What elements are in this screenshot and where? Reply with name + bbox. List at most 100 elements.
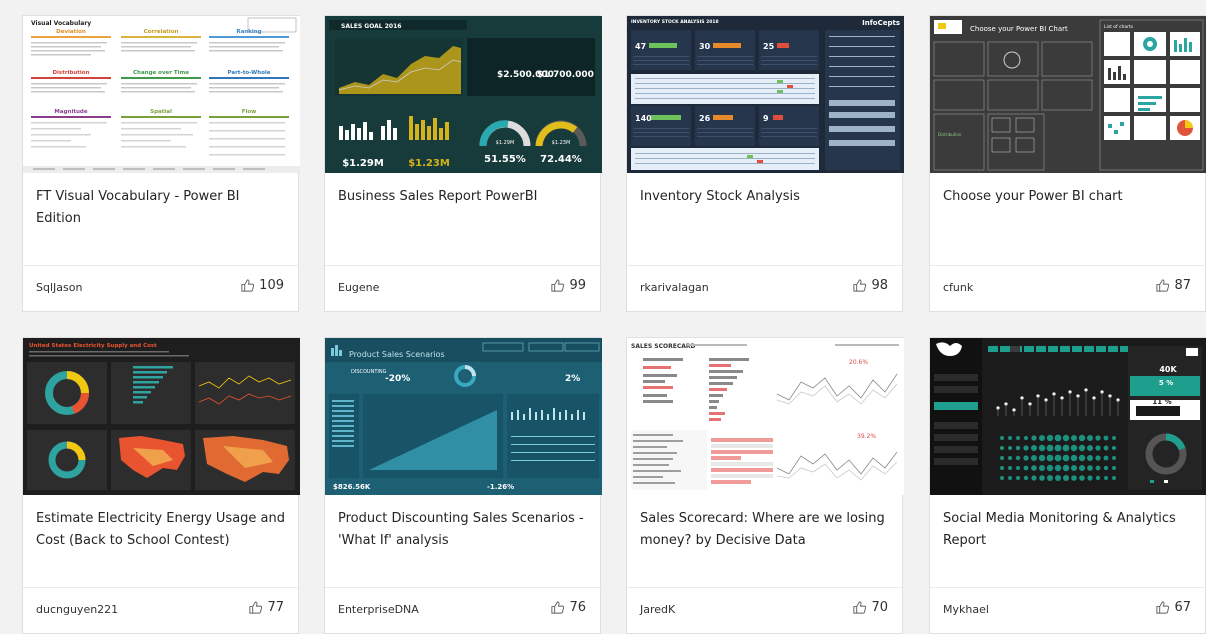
like-button[interactable]: 98 — [852, 278, 888, 293]
card-thumbnail[interactable]: SALES SCORECARD 20.6% 39.2% — [627, 338, 904, 495]
card-author[interactable]: EnterpriseDNA — [338, 603, 419, 616]
like-button[interactable]: 67 — [1155, 600, 1191, 615]
svg-text:InfoCepts: InfoCepts — [862, 19, 900, 27]
card-title[interactable]: Sales Scorecard: Where are we losing mon… — [640, 508, 890, 552]
gallery-card[interactable]: SALES SCORECARD 20.6% 39.2% Sales Scorec… — [626, 337, 904, 634]
thumbs-up-icon — [853, 601, 867, 614]
thumbnail-social-media: 40K 5 % 11 % — [930, 338, 1206, 495]
svg-text:Distribution: Distribution — [52, 70, 89, 76]
card-thumbnail[interactable]: SALES GOAL 2016 $2.500.000 $1.700.000 $1… — [325, 16, 602, 173]
card-thumbnail[interactable]: Product Sales Scenarios DISCOUNTING -20%… — [325, 338, 602, 495]
thumbs-up-icon — [551, 601, 565, 614]
gallery-card[interactable]: United States Electricity Supply and Cos… — [22, 337, 300, 634]
thumbnail-sales-scorecard: SALES SCORECARD 20.6% 39.2% — [627, 338, 904, 495]
svg-text:51.55%: 51.55% — [484, 154, 526, 165]
like-count: 98 — [871, 278, 888, 293]
card-author[interactable]: Eugene — [338, 281, 379, 294]
thumb-heading: INVENTORY STOCK ANALYSIS 2018 — [631, 19, 719, 25]
card-divider — [23, 265, 300, 266]
svg-text:Magnitude: Magnitude — [54, 109, 87, 115]
svg-text:-1.26%: -1.26% — [487, 483, 514, 491]
like-count: 99 — [569, 278, 586, 293]
svg-text:40K: 40K — [1159, 365, 1177, 374]
thumbnail-product-discounting: Product Sales Scenarios DISCOUNTING -20%… — [325, 338, 602, 495]
card-author[interactable]: cfunk — [943, 281, 973, 294]
thumb-heading: SALES SCORECARD — [631, 343, 696, 350]
card-title[interactable]: Business Sales Report PowerBI — [338, 186, 588, 208]
like-button[interactable]: 77 — [248, 600, 284, 615]
card-title[interactable]: Estimate Electricity Energy Usage and Co… — [36, 508, 286, 552]
gallery-card[interactable]: INVENTORY STOCK ANALYSIS 2018 InfoCepts … — [626, 15, 904, 312]
thumbs-up-icon — [1156, 279, 1170, 292]
svg-text:5 %: 5 % — [1159, 379, 1173, 387]
like-button[interactable]: 76 — [550, 600, 586, 615]
svg-text:Change over Time: Change over Time — [133, 70, 189, 76]
svg-text:Correlation: Correlation — [144, 29, 179, 35]
svg-text:11 %: 11 % — [1152, 398, 1171, 406]
thumb-heading: Visual Vocabulary — [31, 20, 91, 27]
svg-text:30: 30 — [699, 42, 711, 51]
svg-text:$1.29M: $1.29M — [496, 140, 515, 146]
thumbnail-business-sales: SALES GOAL 2016 $2.500.000 $1.700.000 $1… — [325, 16, 602, 173]
card-title[interactable]: FT Visual Vocabulary - Power BI Edition — [36, 186, 286, 230]
gallery-card[interactable]: 40K 5 % 11 % Social Media Monitoring & A… — [929, 337, 1206, 634]
like-button[interactable]: 87 — [1155, 278, 1191, 293]
card-title[interactable]: Product Discounting Sales Scenarios - 'W… — [338, 508, 588, 552]
card-divider — [627, 587, 904, 588]
svg-text:List of charts: List of charts — [1104, 24, 1134, 30]
card-title[interactable]: Social Media Monitoring & Analytics Repo… — [943, 508, 1193, 552]
svg-text:Distribution: Distribution — [938, 132, 962, 137]
card-author[interactable]: SqlJason — [36, 281, 82, 294]
svg-text:26: 26 — [699, 114, 711, 123]
gallery-card[interactable]: SALES GOAL 2016 $2.500.000 $1.700.000 $1… — [324, 15, 602, 312]
svg-text:25: 25 — [763, 42, 775, 51]
like-count: 70 — [871, 600, 888, 615]
like-button[interactable]: 70 — [852, 600, 888, 615]
svg-text:140: 140 — [635, 114, 652, 123]
card-author[interactable]: ducnguyen221 — [36, 603, 118, 616]
thumb-heading: SALES GOAL 2016 — [341, 23, 401, 30]
card-divider — [325, 587, 602, 588]
svg-text:39.2%: 39.2% — [857, 433, 876, 440]
card-thumbnail[interactable]: Visual Vocabulary Deviation Correlation … — [23, 16, 300, 173]
svg-text:2%: 2% — [565, 374, 580, 384]
like-button[interactable]: 109 — [240, 278, 284, 293]
svg-text:Spatial: Spatial — [150, 109, 172, 115]
card-divider — [930, 587, 1206, 588]
card-thumbnail[interactable]: United States Electricity Supply and Cos… — [23, 338, 300, 495]
svg-text:$1.700.000: $1.700.000 — [537, 70, 594, 80]
svg-text:DISCOUNTING: DISCOUNTING — [351, 369, 387, 375]
card-thumbnail[interactable]: INVENTORY STOCK ANALYSIS 2018 InfoCepts … — [627, 16, 904, 173]
thumbs-up-icon — [1156, 601, 1170, 614]
svg-text:$1.23M: $1.23M — [552, 140, 571, 146]
svg-text:47: 47 — [635, 42, 646, 51]
card-thumbnail[interactable]: 40K 5 % 11 % — [930, 338, 1206, 495]
gallery-card[interactable]: Choose your Power BI Chart Distribution … — [929, 15, 1206, 312]
svg-text:Deviation: Deviation — [56, 29, 86, 35]
gallery-card[interactable]: Visual Vocabulary Deviation Correlation … — [22, 15, 300, 312]
thumb-heading: United States Electricity Supply and Cos… — [29, 343, 157, 349]
svg-text:9: 9 — [763, 114, 769, 123]
card-author[interactable]: Mykhael — [943, 603, 989, 616]
thumb-heading: Choose your Power BI Chart — [970, 25, 1068, 33]
svg-text:Part-to-Whole: Part-to-Whole — [227, 70, 270, 76]
card-divider — [325, 265, 602, 266]
svg-text:Flow: Flow — [242, 109, 257, 115]
card-title[interactable]: Inventory Stock Analysis — [640, 186, 890, 208]
svg-text:$1.29M: $1.29M — [342, 158, 384, 169]
report-gallery: Visual Vocabulary Deviation Correlation … — [0, 0, 1206, 634]
like-count: 109 — [259, 278, 284, 293]
card-author[interactable]: rkarivalagan — [640, 281, 709, 294]
card-title[interactable]: Choose your Power BI chart — [943, 186, 1193, 208]
thumbs-up-icon — [853, 279, 867, 292]
like-button[interactable]: 99 — [550, 278, 586, 293]
thumb-heading: Product Sales Scenarios — [349, 350, 445, 359]
gallery-card[interactable]: Product Sales Scenarios DISCOUNTING -20%… — [324, 337, 602, 634]
card-thumbnail[interactable]: Choose your Power BI Chart Distribution … — [930, 16, 1206, 173]
like-count: 87 — [1174, 278, 1191, 293]
thumbnail-inventory-stock: INVENTORY STOCK ANALYSIS 2018 InfoCepts … — [627, 16, 904, 173]
thumbnail-choose-chart: Choose your Power BI Chart Distribution … — [930, 16, 1206, 173]
svg-text:Ranking: Ranking — [236, 29, 261, 35]
like-count: 77 — [267, 600, 284, 615]
card-author[interactable]: JaredK — [640, 603, 675, 616]
